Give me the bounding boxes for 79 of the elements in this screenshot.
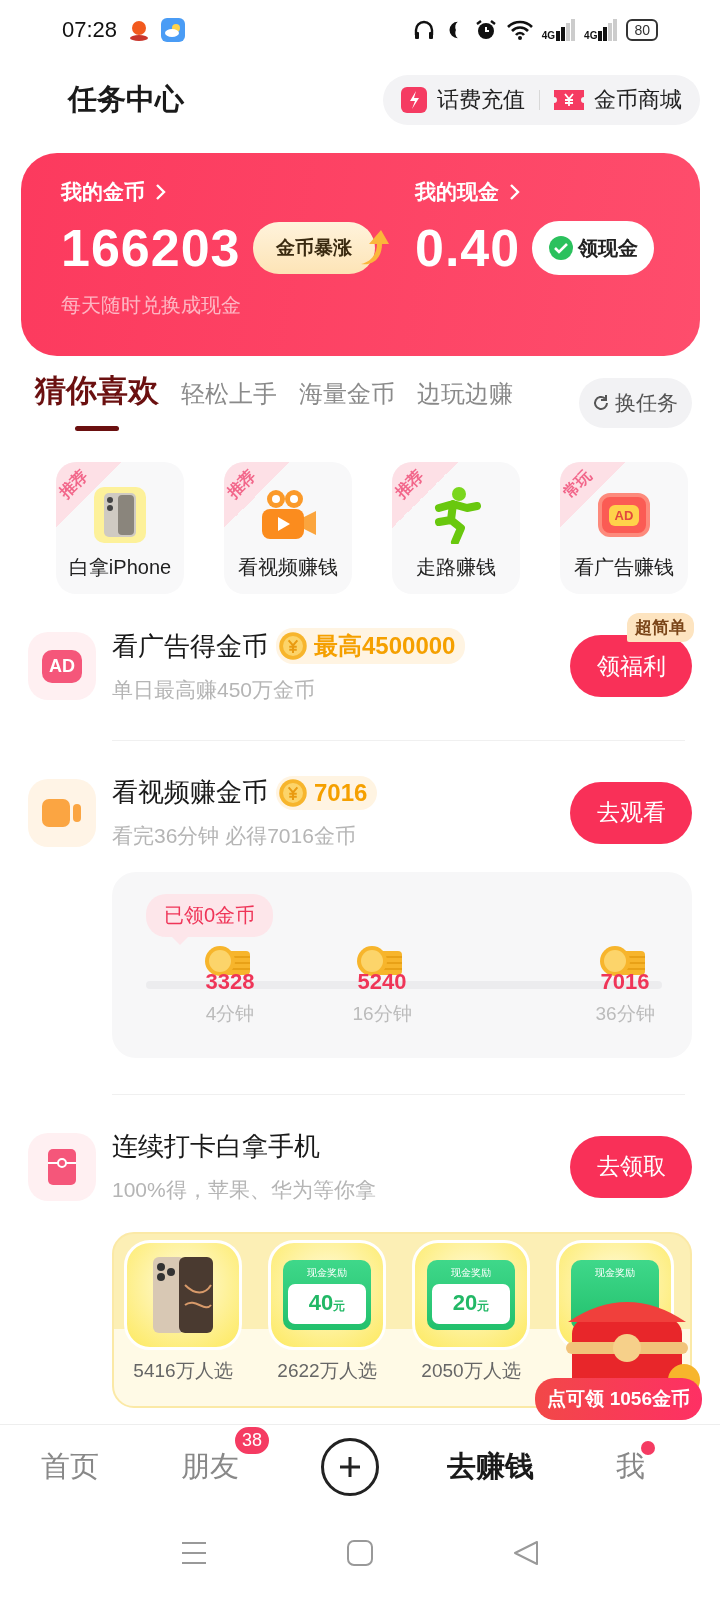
reward-chip: 最高4500000 — [276, 628, 466, 664]
header-link[interactable]: 金币商城 — [554, 85, 682, 115]
menu-icon[interactable] — [181, 1541, 207, 1565]
wifi-icon — [505, 19, 534, 41]
milestone-time: 4分钟 — [205, 1002, 255, 1026]
home-icon[interactable] — [347, 1540, 373, 1566]
prize-count: 5416万人选 — [133, 1359, 233, 1383]
task-subtitle: 单日最高赚450万金币 — [112, 677, 317, 703]
shortcut-card[interactable]: 常玩 AD 看广告赚钱 — [560, 462, 688, 594]
weather-icon — [161, 18, 186, 42]
chevron-right-icon — [155, 183, 167, 201]
back-icon[interactable] — [513, 1540, 539, 1566]
milestone-coins: 7016 — [600, 969, 650, 995]
task-title: 看广告得金币 — [112, 629, 268, 663]
reward-caption: 现金奖励 — [307, 1266, 347, 1280]
tag-label: 推荐 — [224, 465, 260, 504]
task-subtitle: 100%得，苹果、华为等你拿 — [112, 1177, 377, 1203]
task-title: 看视频赚金币 — [112, 776, 268, 809]
prize-card[interactable]: 现金奖励 20元 — [412, 1240, 530, 1350]
task-button[interactable]: 去观看 — [570, 781, 692, 844]
milestone-time: 36分钟 — [595, 1002, 655, 1026]
tag-label: 推荐 — [392, 465, 428, 504]
task-badge: 超简单 — [627, 613, 694, 642]
task-button[interactable]: 领福利 — [570, 635, 692, 697]
add-button[interactable] — [321, 1437, 379, 1496]
task-title: 连续打卡白拿手机 — [112, 1130, 320, 1163]
reward-caption: 现金奖励 — [595, 1266, 635, 1280]
claimed-bubble: 已领0金币 — [146, 894, 274, 937]
envelope-icon — [28, 1132, 96, 1201]
video-camera-icon — [28, 778, 96, 847]
cash-balance: 0.40 — [415, 218, 521, 278]
coin-icon — [278, 777, 308, 808]
change-tasks-button[interactable]: 换任务 — [579, 378, 692, 428]
coin-icon — [278, 631, 308, 661]
reward-caption: 现金奖励 — [451, 1266, 491, 1280]
task-subtitle: 看完36分钟 必得7016金币 — [112, 823, 357, 849]
category-tab[interactable]: 轻松上手 — [181, 370, 277, 440]
reward-amount: 20元 — [432, 1284, 510, 1324]
prize-card[interactable]: 现金奖励 40元 — [268, 1240, 386, 1350]
shortcut-card[interactable]: 推荐 看视频赚钱 — [224, 462, 352, 594]
nav-tab[interactable]: 去赚钱 — [446, 1446, 534, 1487]
category-tab[interactable]: 海量金币 — [299, 370, 395, 440]
notification-badge: 38 — [233, 1424, 272, 1456]
chest-reward-label: 点可领 1056金币 — [535, 1378, 702, 1420]
coin-balance: 166203 — [61, 218, 241, 278]
battery-level: 80 — [626, 19, 658, 41]
category-tab[interactable]: 边玩边赚 — [417, 370, 513, 440]
check-circle-icon — [548, 235, 575, 261]
page-title: 任务中心 — [68, 82, 184, 117]
tag-label: 常玩 — [560, 465, 596, 504]
withdraw-cash-button[interactable]: 领现金 — [532, 221, 655, 275]
exchange-note: 每天随时兑换成现金 — [61, 292, 242, 318]
chevron-right-icon — [509, 183, 521, 201]
coin-surge-badge: 金币暴涨 — [252, 222, 375, 274]
tag-label: 推荐 — [56, 465, 92, 504]
ticket-icon — [554, 88, 584, 112]
icon-label: AD — [42, 649, 82, 683]
shortcut-card[interactable]: 推荐 白拿iPhone — [56, 462, 184, 594]
task-button[interactable]: 去领取 — [570, 1135, 692, 1198]
category-tab[interactable]: 猜你喜欢 — [35, 370, 159, 440]
shortcut-card[interactable]: 推荐 走路赚钱 — [392, 462, 520, 594]
cash-link[interactable]: 我的现金 — [415, 175, 521, 209]
prize-card[interactable] — [124, 1240, 242, 1350]
lightning-icon — [401, 87, 427, 113]
phone-icon — [92, 485, 148, 545]
reward-amount: 40元 — [288, 1284, 366, 1324]
milestone-coins: 3328 — [205, 969, 255, 995]
milestone-time: 16分钟 — [352, 1002, 412, 1026]
header-link[interactable]: 话费充值 — [401, 85, 525, 115]
icon-label: AD — [608, 504, 640, 526]
nav-tab[interactable]: 首页 — [41, 1446, 99, 1487]
prize-count: 2622万人选 — [277, 1359, 377, 1383]
prize-count: 2050万人选 — [421, 1359, 521, 1383]
nav-tab[interactable]: 我 — [615, 1446, 645, 1487]
coins-link[interactable]: 我的金币 — [61, 175, 167, 209]
clock-time: 07:28 — [62, 17, 118, 43]
milestone-coins: 5240 — [357, 969, 407, 995]
refresh-icon — [591, 393, 611, 413]
reward-chip: 7016 — [276, 775, 378, 810]
